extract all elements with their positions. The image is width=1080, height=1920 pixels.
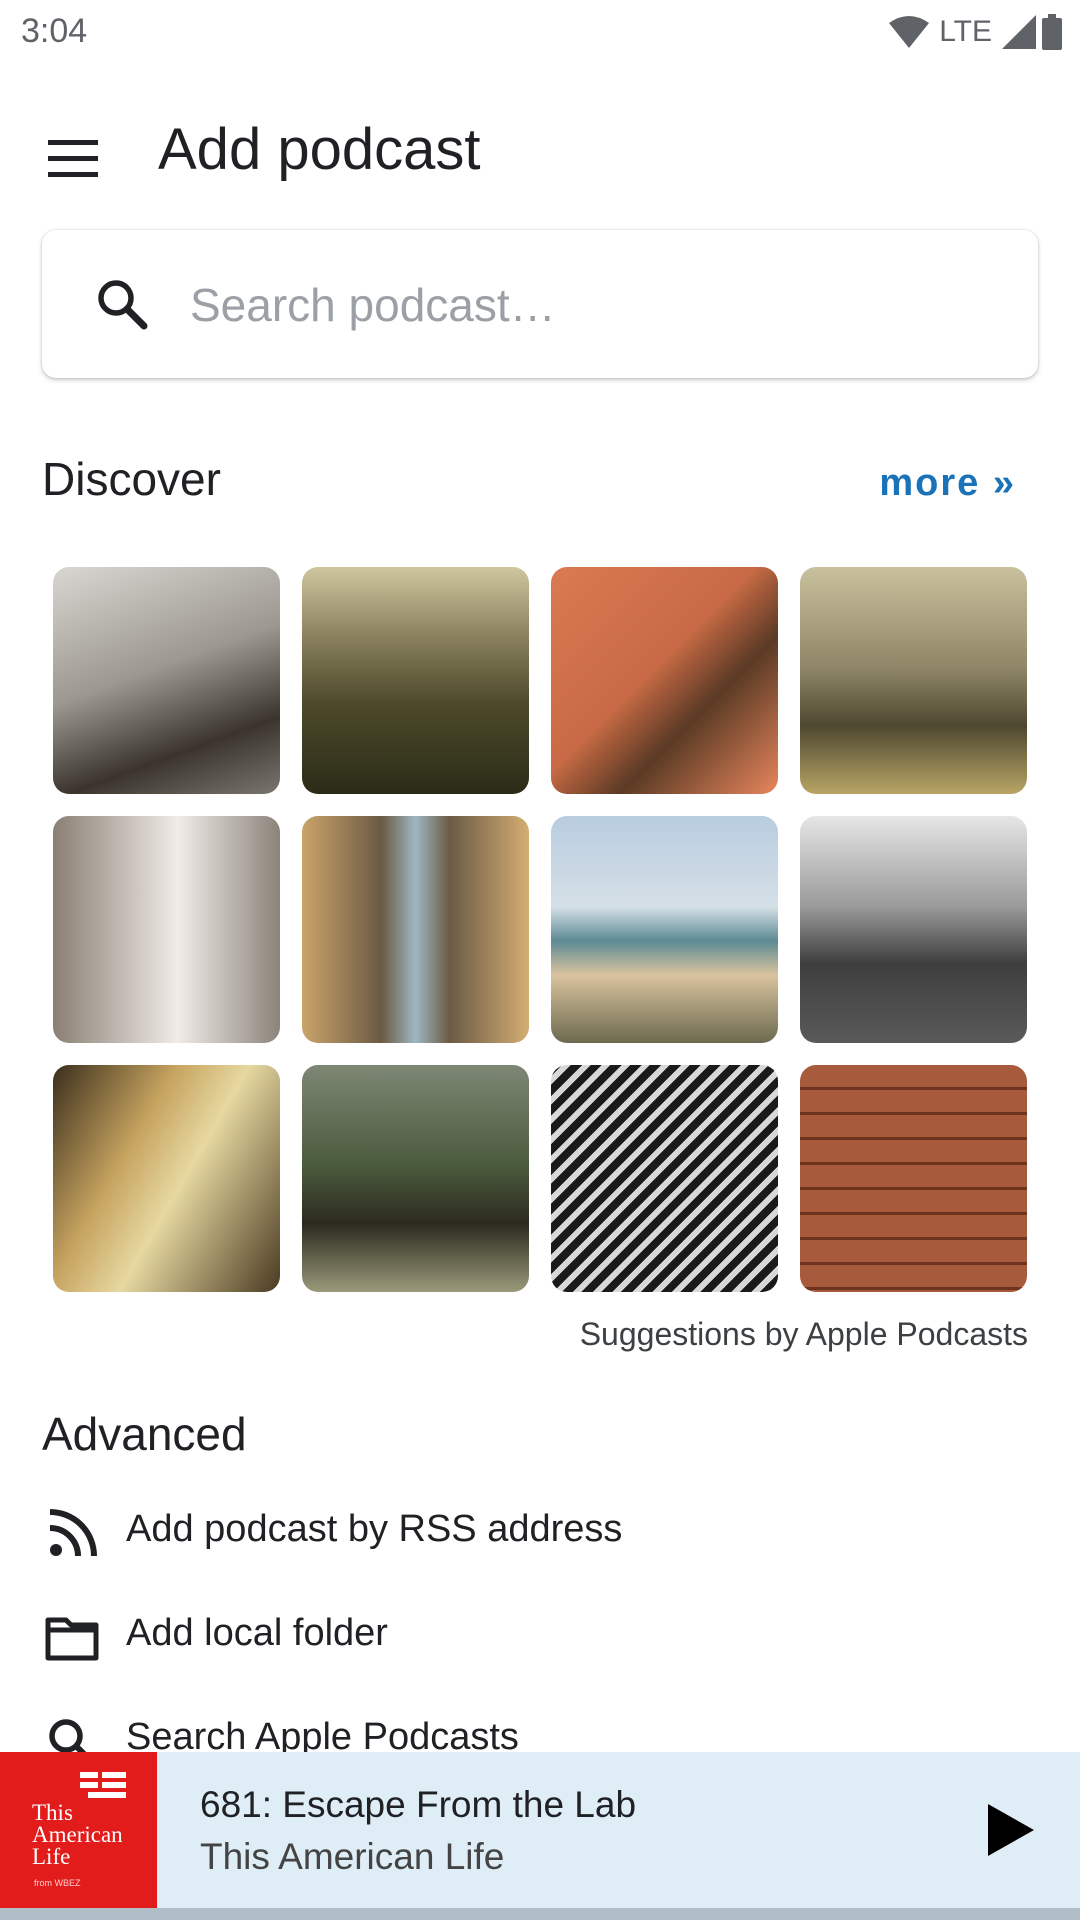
search-input[interactable] [188, 266, 992, 344]
podcast-cover-7[interactable] [551, 816, 778, 1043]
discover-title: Discover [42, 453, 221, 505]
podcast-artwork: This American Life from WBEZ [0, 1752, 157, 1908]
menu-icon[interactable] [40, 126, 106, 192]
app-bar: Add podcast [0, 64, 1080, 232]
network-type: LTE [939, 15, 992, 48]
folder-icon [45, 1617, 99, 1661]
page-title: Add podcast [158, 117, 481, 182]
podcast-cover-9[interactable] [53, 1065, 280, 1292]
rss-icon [49, 1509, 97, 1557]
search-icon [98, 280, 148, 330]
podcast-cover-12[interactable] [800, 1065, 1027, 1292]
battery-icon [1042, 14, 1062, 50]
status-bar: 3:04 LTE [0, 0, 1080, 64]
podcast-cover-6[interactable] [302, 816, 529, 1043]
mini-player[interactable]: This American Life from WBEZ 681: Escape F… [0, 1752, 1080, 1908]
advanced-title: Advanced [42, 1408, 247, 1460]
add-local-folder-label: Add local folder [126, 1612, 388, 1654]
wifi-icon [889, 16, 930, 48]
status-time: 3:04 [21, 12, 88, 50]
podcast-cover-5[interactable] [53, 816, 280, 1043]
podcast-cover-2[interactable] [302, 567, 529, 794]
discover-more-link[interactable]: more » [879, 462, 1016, 505]
search-card[interactable] [42, 230, 1038, 378]
podcast-cover-11[interactable] [551, 1065, 778, 1292]
signal-icon [1002, 15, 1036, 49]
podcast-cover-8[interactable] [800, 816, 1027, 1043]
add-rss-label: Add podcast by RSS address [126, 1508, 623, 1550]
add-local-folder-item[interactable]: Add local folder [0, 1586, 1080, 1686]
add-rss-item[interactable]: Add podcast by RSS address [0, 1482, 1080, 1582]
podcast-cover-4[interactable] [800, 567, 1027, 794]
podcast-cover-3[interactable] [551, 567, 778, 794]
artwork-subtitle: from WBEZ [34, 1878, 81, 1888]
bottom-strip [0, 1908, 1080, 1920]
podcast-cover-10[interactable] [302, 1065, 529, 1292]
play-icon[interactable] [974, 1796, 1042, 1864]
discover-credit: Suggestions by Apple Podcasts [579, 1316, 1028, 1352]
player-episode-title: 681: Escape From the Lab [200, 1784, 637, 1825]
player-podcast-name: This American Life [200, 1836, 505, 1877]
podcast-cover-1[interactable] [53, 567, 280, 794]
status-icons: LTE [889, 12, 1062, 52]
artwork-title: This American Life [32, 1800, 123, 1869]
